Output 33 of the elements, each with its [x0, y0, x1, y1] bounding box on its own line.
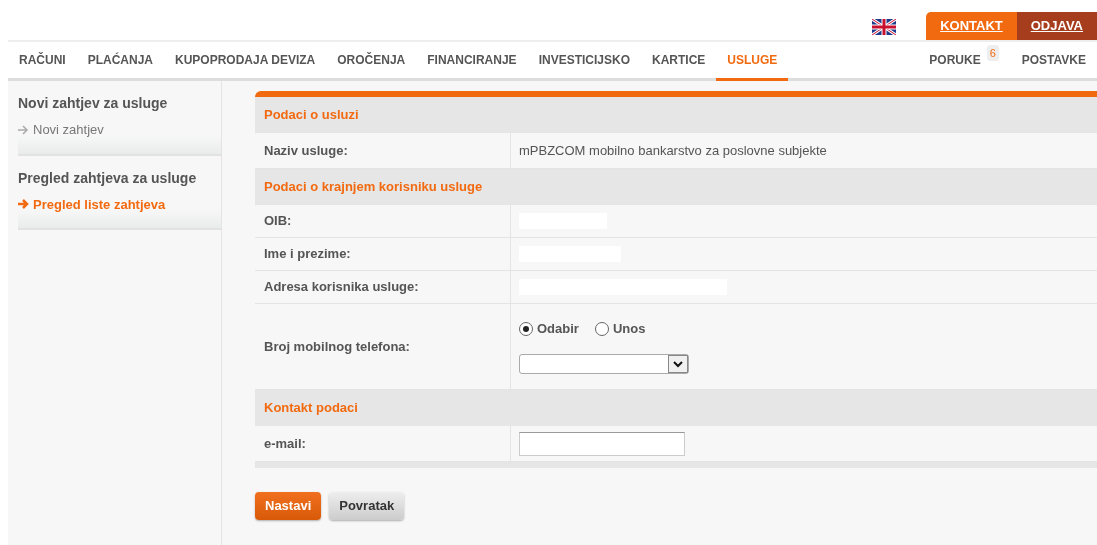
form-button[interactable]: Povratak: [329, 492, 405, 520]
uk-flag-icon[interactable]: [872, 19, 897, 35]
sidebar-item[interactable]: Novi zahtjev: [18, 120, 221, 140]
section-header: Podaci o krajnjem korisniku usluge: [255, 169, 1097, 205]
caret-icon: [673, 360, 683, 368]
nav-tab[interactable]: OROČENJA: [326, 42, 417, 81]
field-label: Naziv usluge:: [255, 133, 511, 168]
radio-option[interactable]: Unos: [594, 318, 646, 339]
arrow-icon: [18, 124, 29, 135]
section-header: Podaci o usluzi: [255, 97, 1097, 133]
nav-tab[interactable]: INVESTICIJSKO: [527, 42, 641, 81]
nav-link[interactable]: PORUKE: [918, 51, 984, 72]
nav-tab[interactable]: FINANCIRANJE: [416, 42, 528, 81]
dropdown-field[interactable]: [519, 354, 689, 375]
section-title: Novi zahtjev za usluge: [18, 94, 169, 113]
field-label: OIB:: [255, 205, 511, 237]
section-title: Pregled zahtjeva za usluge: [18, 168, 198, 188]
field-label: Ime i prezime:: [255, 238, 511, 270]
radio-option[interactable]: Odabir: [519, 318, 579, 339]
header-link[interactable]: ODJAVA: [1016, 12, 1097, 40]
field-value: mPBZCOM mobilno bankarstvo za poslovne subjekte: [519, 141, 827, 160]
nav-tab[interactable]: KARTICE: [641, 42, 717, 81]
nav-link[interactable]: POSTAVKE: [1010, 51, 1097, 72]
field-label: Adresa korisnika usluge:: [255, 271, 511, 303]
field-label: Broj mobilnog telefona:: [255, 304, 511, 389]
nav-tab[interactable]: RAČUNI: [8, 42, 77, 81]
arrow-icon: [18, 199, 29, 210]
nav-tab[interactable]: KUPOPRODAJA DEVIZA: [164, 42, 327, 81]
section-header: Kontakt podaci: [255, 390, 1097, 426]
field-label: e-mail:: [255, 426, 511, 461]
count-badge: 6: [986, 44, 999, 62]
email-input[interactable]: [519, 431, 685, 456]
nav-tab[interactable]: PLAĆANJA: [76, 42, 164, 81]
